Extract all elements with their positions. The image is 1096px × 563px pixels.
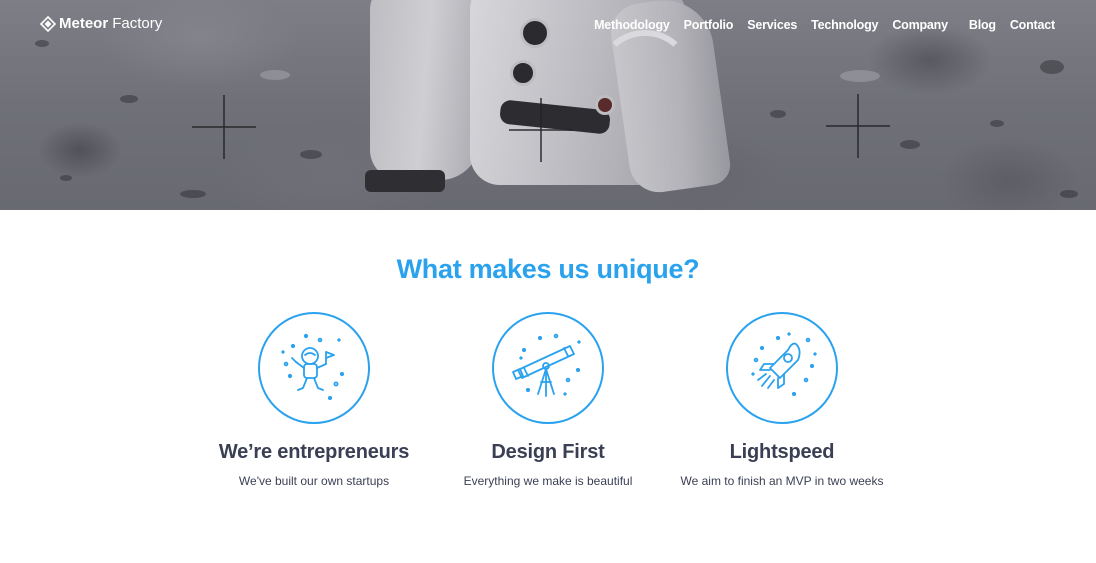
rocket-icon xyxy=(751,332,817,397)
surface-rock xyxy=(990,120,1004,127)
nav-item-contact[interactable]: Contact xyxy=(1010,18,1055,32)
nav-item-company[interactable]: Company xyxy=(892,18,948,32)
hero-banner: Meteor Factory Methodology Portfolio Ser… xyxy=(0,0,1096,210)
feature-description: Everything we make is beautiful xyxy=(463,474,633,488)
astronaut-boot xyxy=(365,170,445,192)
feature-description: We've built our own startups xyxy=(238,474,390,488)
logo-text-bold: Meteor xyxy=(59,15,109,32)
feature-card-design: Design First Everything we make is beaut… xyxy=(418,312,678,488)
surface-rock xyxy=(300,150,322,159)
feature-title: We’re entrepreneurs xyxy=(218,441,410,463)
diamond-logo-icon xyxy=(40,15,56,32)
surface-rock xyxy=(120,95,138,103)
surface-rock xyxy=(770,110,786,118)
surface-rock xyxy=(260,70,290,80)
nav-item-blog[interactable]: Blog xyxy=(969,18,996,32)
astronaut-icon xyxy=(281,333,345,401)
feature-icon-circle xyxy=(258,312,370,424)
surface-rock xyxy=(60,175,72,181)
surface-rock xyxy=(1040,60,1064,74)
section-title: What makes us unique? xyxy=(396,254,700,284)
feature-card-entrepreneurs: We’re entrepreneurs We've built our own … xyxy=(184,312,444,488)
feature-description: We aim to finish an MVP in two weeks xyxy=(680,474,884,488)
feature-title: Design First xyxy=(491,441,605,463)
crosshair-mark xyxy=(826,94,890,158)
crosshair-mark xyxy=(509,98,573,162)
telescope-icon xyxy=(512,333,581,397)
suit-connector xyxy=(510,60,536,86)
surface-rock xyxy=(180,190,206,198)
feature-title: Lightspeed xyxy=(729,441,835,463)
surface-rock xyxy=(900,140,920,149)
crosshair-mark xyxy=(192,95,256,159)
logo-text-light: Factory xyxy=(112,15,163,32)
site-logo[interactable]: Meteor Factory xyxy=(40,15,162,32)
surface-rock xyxy=(840,70,880,82)
nav-item-methodology[interactable]: Methodology xyxy=(594,18,670,32)
site-header: Meteor Factory Methodology Portfolio Ser… xyxy=(0,0,1096,52)
nav-item-portfolio[interactable]: Portfolio xyxy=(684,18,734,32)
nav-item-services[interactable]: Services xyxy=(747,18,797,32)
surface-rock xyxy=(1060,190,1078,198)
feature-card-lightspeed: Lightspeed We aim to finish an MVP in tw… xyxy=(652,312,912,488)
nav-item-technology[interactable]: Technology xyxy=(811,18,878,32)
feature-icon-circle xyxy=(726,312,838,424)
main-nav: Methodology Portfolio Services Technolog… xyxy=(580,18,1055,32)
feature-icon-circle xyxy=(492,312,604,424)
